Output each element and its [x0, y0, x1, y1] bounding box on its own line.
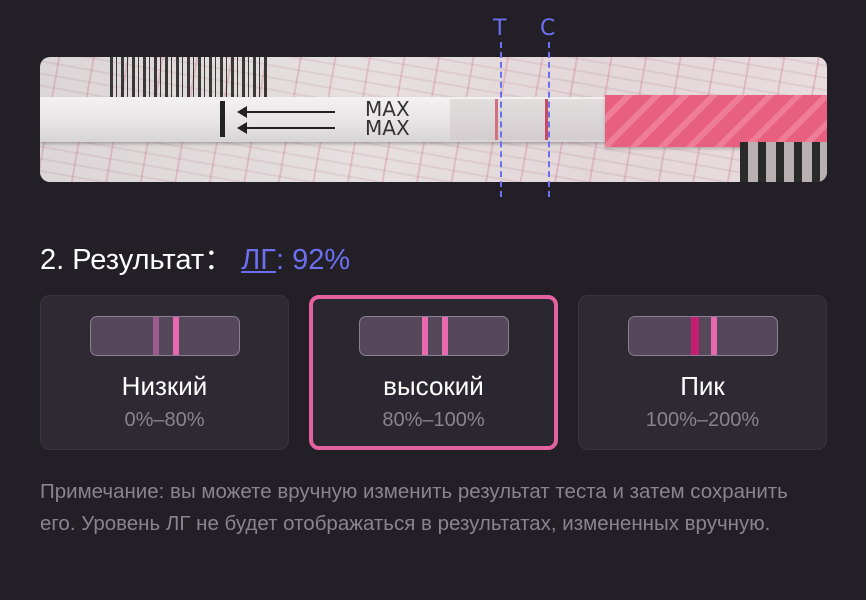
level-option-low[interactable]: Низкий 0%–80% [40, 295, 289, 450]
arrow-icon [237, 106, 335, 118]
strip-max-label: MAX [365, 116, 410, 140]
manual-edit-note: Примечание: вы можете вручную изменить р… [40, 480, 788, 535]
level-range: 100%–200% [645, 409, 760, 431]
level-option-high[interactable]: высокий 80%–100% [309, 295, 558, 450]
strip-low-icon [89, 316, 240, 356]
result-title: 2. Результат： ЛГ: 92% [40, 236, 350, 278]
test-line-marker-label: T [493, 16, 507, 41]
strip-test-line [495, 99, 498, 140]
test-strip-photo: MAX MAX [40, 57, 827, 182]
strip-peak-icon [627, 316, 778, 356]
control-line-marker [548, 42, 550, 197]
level-name: Низкий [121, 371, 208, 401]
test-line-marker [500, 42, 502, 197]
strip-high-icon [358, 316, 509, 356]
barcode-graphic [110, 57, 270, 97]
level-option-peak[interactable]: Пик 100%–200% [578, 295, 827, 450]
level-name: высокий [383, 371, 484, 401]
arrow-icon [237, 122, 335, 134]
result-prefix: 2. Результат： [40, 244, 234, 276]
lh-value: : 92% [275, 244, 351, 276]
test-strip: MAX MAX [40, 97, 640, 142]
strip-handle [605, 95, 827, 147]
level-range: 80%–100% [382, 409, 485, 431]
control-line-marker-label: C [540, 16, 556, 41]
level-name: Пик [680, 371, 725, 401]
lh-link[interactable]: ЛГ [241, 244, 276, 276]
level-range: 0%–80% [124, 409, 205, 431]
